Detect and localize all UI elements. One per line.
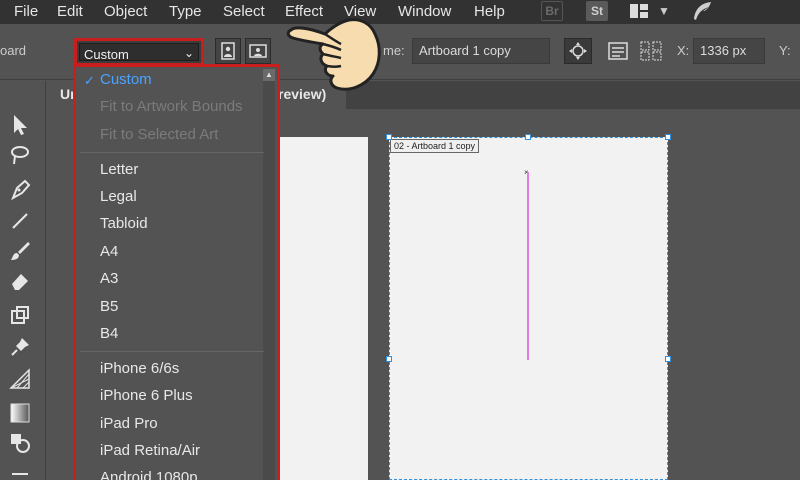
- pink-line-shape[interactable]: [527, 172, 529, 360]
- dropdown-item-a4[interactable]: A4: [100, 243, 118, 260]
- resize-handle-top-middle[interactable]: [525, 134, 531, 140]
- gradient-tool-icon[interactable]: [6, 399, 34, 427]
- dropdown-item-b5[interactable]: B5: [100, 298, 118, 315]
- portrait-button[interactable]: [215, 38, 241, 64]
- dropdown-item-legal[interactable]: Legal: [100, 188, 137, 205]
- dropdown-item-custom[interactable]: Custom: [100, 71, 152, 88]
- move-artwork-icon[interactable]: [564, 38, 592, 64]
- scroll-up-icon[interactable]: ▲: [263, 69, 275, 81]
- rotate-tool-icon[interactable]: [6, 301, 34, 329]
- bridge-icon[interactable]: Br: [541, 1, 563, 21]
- more-tools-icon[interactable]: [6, 463, 34, 480]
- dropdown-item-tabloid[interactable]: Tabloid: [100, 215, 148, 232]
- menu-edit[interactable]: Edit: [57, 3, 83, 20]
- dropdown-item-ipad-pro[interactable]: iPad Pro: [100, 415, 158, 432]
- preset-select-inner: Custom ⌄: [79, 43, 199, 62]
- artboard-name-tag: 02 - Artboard 1 copy: [390, 139, 480, 153]
- menu-object[interactable]: Object: [104, 3, 147, 20]
- x-position-field[interactable]: 1336 px: [693, 38, 765, 64]
- feather-icon[interactable]: [690, 1, 714, 21]
- chevron-down-icon: ⌄: [183, 46, 194, 60]
- dropdown-separator: [80, 351, 264, 352]
- dropdown-item-a3[interactable]: A3: [100, 270, 118, 287]
- rearrange-artboards-icon[interactable]: [637, 38, 665, 64]
- dropdown-item-fit-selected: Fit to Selected Art: [100, 126, 219, 143]
- dropdown-separator: [80, 152, 264, 153]
- paintbrush-tool-icon[interactable]: [6, 237, 34, 265]
- menu-type[interactable]: Type: [169, 3, 202, 20]
- menu-select[interactable]: Select: [223, 3, 265, 20]
- preset-value: Custom: [84, 47, 129, 62]
- resize-handle-middle-left[interactable]: [386, 356, 392, 362]
- y-label: Y:: [779, 43, 791, 58]
- preset-dropdown: ▲ ✓ Custom Fit to Artwork Bounds Fit to …: [73, 64, 280, 480]
- dropdown-scrollbar[interactable]: [263, 69, 275, 480]
- selection-tool-icon[interactable]: [6, 111, 34, 139]
- artboard-1[interactable]: [276, 137, 368, 480]
- landscape-button[interactable]: [245, 38, 271, 64]
- checkmark-icon: ✓: [84, 73, 95, 88]
- menu-help[interactable]: Help: [474, 3, 505, 20]
- dropdown-item-iphone-6[interactable]: iPhone 6/6s: [100, 360, 179, 377]
- artboard-label: oard: [0, 43, 27, 58]
- artboard-name-field[interactable]: Artboard 1 copy: [412, 38, 550, 64]
- lasso-tool-icon[interactable]: [6, 141, 34, 169]
- menu-file[interactable]: File: [14, 3, 38, 20]
- stock-icon[interactable]: St: [586, 1, 608, 21]
- dropdown-item-ipad-retina[interactable]: iPad Retina/Air: [100, 442, 200, 459]
- x-label: X:: [677, 43, 690, 58]
- dropdown-item-android[interactable]: Android 1080p: [100, 469, 198, 480]
- eraser-tool-icon[interactable]: [6, 267, 34, 295]
- pin-tool-icon[interactable]: [6, 333, 34, 361]
- line-tool-icon[interactable]: [6, 207, 34, 235]
- chevron-down-icon[interactable]: ▼: [658, 1, 670, 21]
- perspective-grid-tool-icon[interactable]: [6, 365, 34, 393]
- artboard-options-icon[interactable]: [604, 38, 632, 64]
- preset-select[interactable]: Custom ⌄: [74, 38, 204, 66]
- pen-tool-icon[interactable]: [6, 175, 34, 203]
- dropdown-item-b4[interactable]: B4: [100, 325, 118, 342]
- pointing-hand-icon: [286, 18, 381, 91]
- dropdown-item-letter[interactable]: Letter: [100, 161, 138, 178]
- dropdown-item-iphone-6-plus[interactable]: iPhone 6 Plus: [100, 387, 193, 404]
- menu-bar: File Edit Object Type Select Effect View…: [0, 0, 800, 24]
- dropdown-item-fit-artwork: Fit to Artwork Bounds: [100, 98, 243, 115]
- resize-handle-top-right[interactable]: [665, 134, 671, 140]
- workspace-switcher-icon[interactable]: [626, 1, 652, 21]
- tools-panel: [0, 81, 46, 480]
- resize-handle-top-left[interactable]: [386, 134, 392, 140]
- shape-builder-tool-icon[interactable]: [6, 429, 34, 457]
- menu-window[interactable]: Window: [398, 3, 451, 20]
- resize-handle-middle-right[interactable]: [665, 356, 671, 362]
